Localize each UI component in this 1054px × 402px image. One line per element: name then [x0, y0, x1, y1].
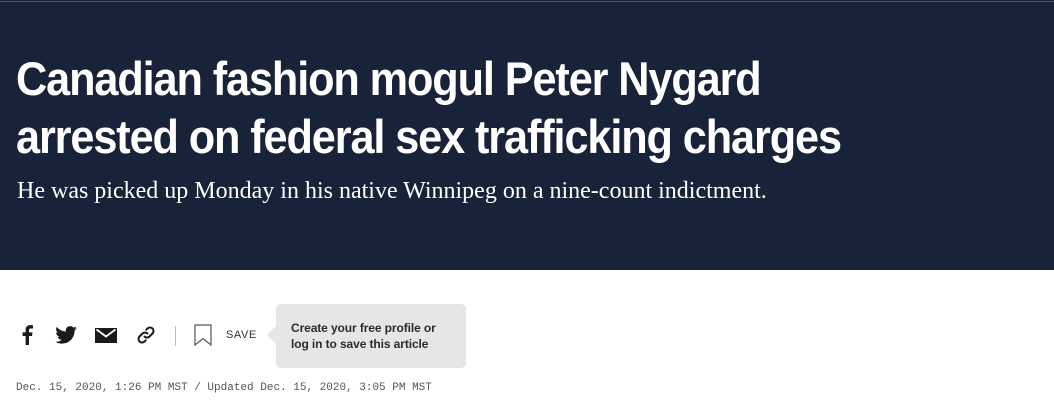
- headline-line-1: Canadian fashion mogul Peter Nygard: [16, 52, 762, 105]
- share-facebook-button[interactable]: [14, 318, 40, 352]
- link-icon: [137, 326, 155, 344]
- facebook-icon: [22, 325, 33, 345]
- twitter-icon: [55, 326, 77, 344]
- tooltip-line-1: Create your free profile or: [291, 321, 436, 335]
- share-email-button[interactable]: [93, 318, 119, 352]
- share-twitter-button[interactable]: [52, 318, 80, 352]
- tooltip-line-2: log in to save this article: [291, 337, 429, 351]
- save-article-button[interactable]: SAVE: [194, 318, 257, 352]
- copy-link-button[interactable]: [133, 318, 159, 352]
- save-tooltip: Create your free profile or log in to sa…: [267, 304, 466, 368]
- article-dek: He was picked up Monday in his native Wi…: [17, 178, 767, 204]
- email-icon: [95, 327, 117, 343]
- article-timestamp: Dec. 15, 2020, 1:26 PM MST / Updated Dec…: [16, 382, 432, 394]
- share-divider: [175, 326, 176, 346]
- headline: Canadian fashion mogul Peter Nygard arre…: [16, 50, 954, 166]
- headline-line-2: arrested on federal sex trafficking char…: [16, 110, 842, 163]
- hero-top-rule: [0, 1, 1054, 2]
- bookmark-icon: [194, 324, 212, 346]
- save-label: SAVE: [226, 329, 257, 341]
- article-hero: Canadian fashion mogul Peter Nygard arre…: [0, 0, 1054, 270]
